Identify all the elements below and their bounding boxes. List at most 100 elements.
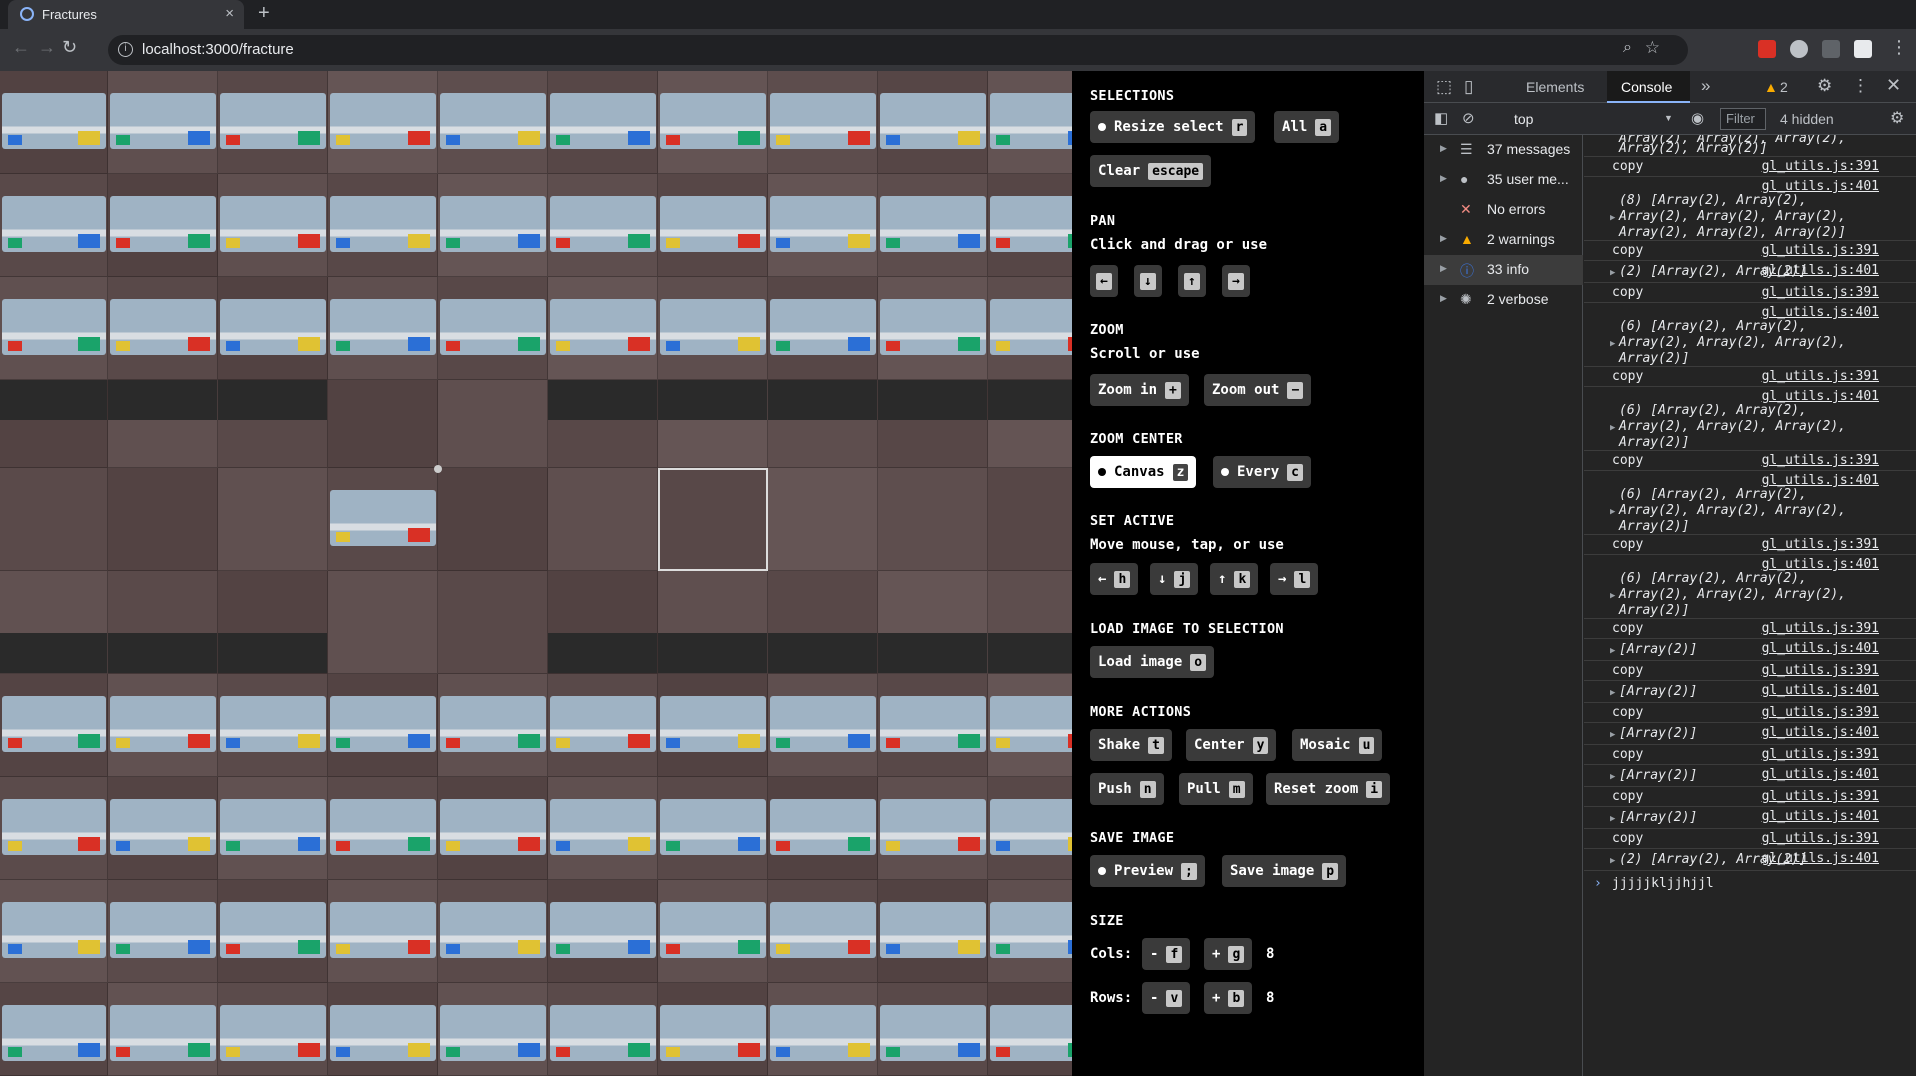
source-link[interactable]: gl_utils.js:391 bbox=[1762, 789, 1879, 804]
canvas-tile[interactable] bbox=[108, 277, 218, 380]
canvas-tile[interactable] bbox=[768, 380, 878, 468]
canvas-tile[interactable] bbox=[438, 880, 548, 983]
canvas-tile[interactable] bbox=[218, 571, 328, 674]
active-right-button[interactable]: → l bbox=[1270, 563, 1319, 595]
sidebar-item[interactable]: ▶ ☰ 37 messages bbox=[1424, 135, 1583, 165]
console-prompt[interactable]: › jjjjjkljjhjjl bbox=[1584, 873, 1916, 897]
inspect-icon[interactable]: ⬚ bbox=[1436, 77, 1452, 97]
canvas-tile[interactable] bbox=[768, 174, 878, 277]
source-link[interactable]: gl_utils.js:401 bbox=[1762, 557, 1879, 572]
canvas-tile[interactable] bbox=[438, 174, 548, 277]
log-row[interactable]: copy gl_utils.js:391 bbox=[1584, 535, 1916, 555]
canvas-tile[interactable] bbox=[218, 174, 328, 277]
canvas-tile[interactable] bbox=[108, 777, 218, 880]
canvas-tile[interactable] bbox=[0, 571, 108, 674]
canvas-tile[interactable] bbox=[548, 880, 658, 983]
canvas-tile[interactable] bbox=[988, 380, 1072, 468]
canvas-tile[interactable] bbox=[438, 777, 548, 880]
canvas-tile[interactable] bbox=[438, 674, 548, 777]
canvas-tile[interactable] bbox=[328, 468, 438, 571]
sidebar-item[interactable]: ▶ ▲ 2 warnings bbox=[1424, 225, 1583, 255]
tab-elements[interactable]: Elements bbox=[1526, 79, 1584, 95]
expand-arrow-icon[interactable]: ▶ bbox=[1610, 730, 1615, 740]
source-link[interactable]: gl_utils.js:391 bbox=[1762, 663, 1879, 678]
fracture-canvas[interactable] bbox=[0, 71, 1072, 1076]
canvas-tile[interactable] bbox=[328, 71, 438, 174]
source-link[interactable]: gl_utils.js:401 bbox=[1762, 305, 1879, 320]
expand-arrow-icon[interactable]: ▶ bbox=[1610, 688, 1615, 698]
source-link[interactable]: gl_utils.js:391 bbox=[1762, 159, 1879, 174]
tab-console[interactable]: Console bbox=[1621, 79, 1672, 95]
back-icon[interactable]: ← bbox=[12, 37, 30, 58]
log-row[interactable]: [Array(2)] ▶ gl_utils.js:401 bbox=[1584, 681, 1916, 703]
canvas-tile[interactable] bbox=[0, 277, 108, 380]
expand-arrow-icon[interactable]: ▶ bbox=[1610, 856, 1615, 866]
canvas-tile[interactable] bbox=[108, 71, 218, 174]
extension-icon[interactable] bbox=[1790, 40, 1808, 58]
zoom-center-canvas-button[interactable]: Canvas z bbox=[1090, 456, 1197, 488]
canvas-tile[interactable] bbox=[218, 777, 328, 880]
canvas-tile[interactable] bbox=[108, 880, 218, 983]
context-selector[interactable]: top bbox=[1514, 111, 1533, 127]
log-row[interactable]: (6) [Array(2), Array(2), Array(2), Array… bbox=[1584, 303, 1916, 367]
center-button[interactable]: Center y bbox=[1186, 729, 1277, 761]
settings-icon[interactable]: ⚙ bbox=[1817, 76, 1832, 96]
canvas-tile[interactable] bbox=[658, 674, 768, 777]
canvas-tile[interactable] bbox=[218, 380, 328, 468]
canvas-tile[interactable] bbox=[438, 71, 548, 174]
log-row[interactable]: [Array(2)] ▶ gl_utils.js:401 bbox=[1584, 723, 1916, 745]
canvas-tile[interactable] bbox=[988, 880, 1072, 983]
log-row[interactable]: copy gl_utils.js:391 bbox=[1584, 787, 1916, 807]
expand-arrow-icon[interactable]: ▶ bbox=[1610, 339, 1615, 349]
warning-icon[interactable]: ▲ bbox=[1764, 79, 1778, 95]
kebab-menu-icon[interactable]: ⋮ bbox=[1852, 76, 1869, 96]
device-toolbar-icon[interactable]: ▯ bbox=[1464, 77, 1473, 97]
canvas-tile[interactable] bbox=[768, 571, 878, 674]
extension-icon[interactable] bbox=[1854, 40, 1872, 58]
sidebar-item[interactable]: ▶ ⓘ 33 info bbox=[1424, 255, 1583, 285]
canvas-tile[interactable] bbox=[108, 571, 218, 674]
push-button[interactable]: Push n bbox=[1090, 773, 1164, 805]
log-row[interactable]: copy gl_utils.js:391 bbox=[1584, 241, 1916, 261]
canvas-tile[interactable] bbox=[548, 983, 658, 1076]
canvas-tile[interactable] bbox=[0, 71, 108, 174]
canvas-tile[interactable] bbox=[438, 277, 548, 380]
canvas-tile[interactable] bbox=[878, 983, 988, 1076]
source-link[interactable]: gl_utils.js:391 bbox=[1762, 453, 1879, 468]
canvas-tile[interactable] bbox=[108, 674, 218, 777]
select-all-button[interactable]: All a bbox=[1274, 111, 1340, 143]
zoom-out-button[interactable]: Zoom out − bbox=[1204, 374, 1312, 406]
clear-console-icon[interactable]: ⊘ bbox=[1462, 109, 1475, 127]
canvas-tile[interactable] bbox=[768, 983, 878, 1076]
log-row[interactable]: copy gl_utils.js:391 bbox=[1584, 661, 1916, 681]
canvas-tile[interactable] bbox=[0, 468, 108, 571]
log-row[interactable]: (6) [Array(2), Array(2), Array(2), Array… bbox=[1584, 555, 1916, 619]
canvas-tile[interactable] bbox=[988, 174, 1072, 277]
pan-right-button[interactable]: → bbox=[1222, 265, 1250, 297]
canvas-tile[interactable] bbox=[768, 468, 878, 571]
canvas-tile[interactable] bbox=[988, 983, 1072, 1076]
canvas-tile[interactable] bbox=[878, 277, 988, 380]
canvas-tile[interactable] bbox=[0, 880, 108, 983]
canvas-tile[interactable] bbox=[878, 71, 988, 174]
new-tab-button[interactable]: + bbox=[258, 2, 270, 25]
canvas-tile[interactable] bbox=[218, 880, 328, 983]
expand-arrow-icon[interactable]: ▶ bbox=[1610, 591, 1615, 601]
log-row[interactable]: (8) [Array(2), Array(2), Array(2), Array… bbox=[1584, 177, 1916, 241]
canvas-tile[interactable] bbox=[878, 674, 988, 777]
expand-arrow-icon[interactable]: ▶ bbox=[1610, 507, 1615, 517]
cols-minus-button[interactable]: -f bbox=[1142, 938, 1191, 970]
canvas-tile[interactable] bbox=[548, 277, 658, 380]
source-link[interactable]: gl_utils.js:401 bbox=[1762, 473, 1879, 488]
source-link[interactable]: gl_utils.js:391 bbox=[1762, 243, 1879, 258]
log-row[interactable]: copy gl_utils.js:391 bbox=[1584, 367, 1916, 387]
active-left-button[interactable]: ← h bbox=[1090, 563, 1139, 595]
canvas-tile[interactable] bbox=[658, 174, 768, 277]
sidebar-item[interactable]: ▶ ✺ 2 verbose bbox=[1424, 285, 1583, 315]
log-row[interactable]: (6) [Array(2), Array(2), Array(2), Array… bbox=[1584, 387, 1916, 451]
canvas-tile[interactable] bbox=[328, 174, 438, 277]
source-link[interactable]: gl_utils.js:401 bbox=[1762, 767, 1879, 782]
menu-icon[interactable]: ⋮ bbox=[1890, 37, 1908, 58]
canvas-tile[interactable] bbox=[878, 571, 988, 674]
canvas-tile[interactable] bbox=[768, 880, 878, 983]
